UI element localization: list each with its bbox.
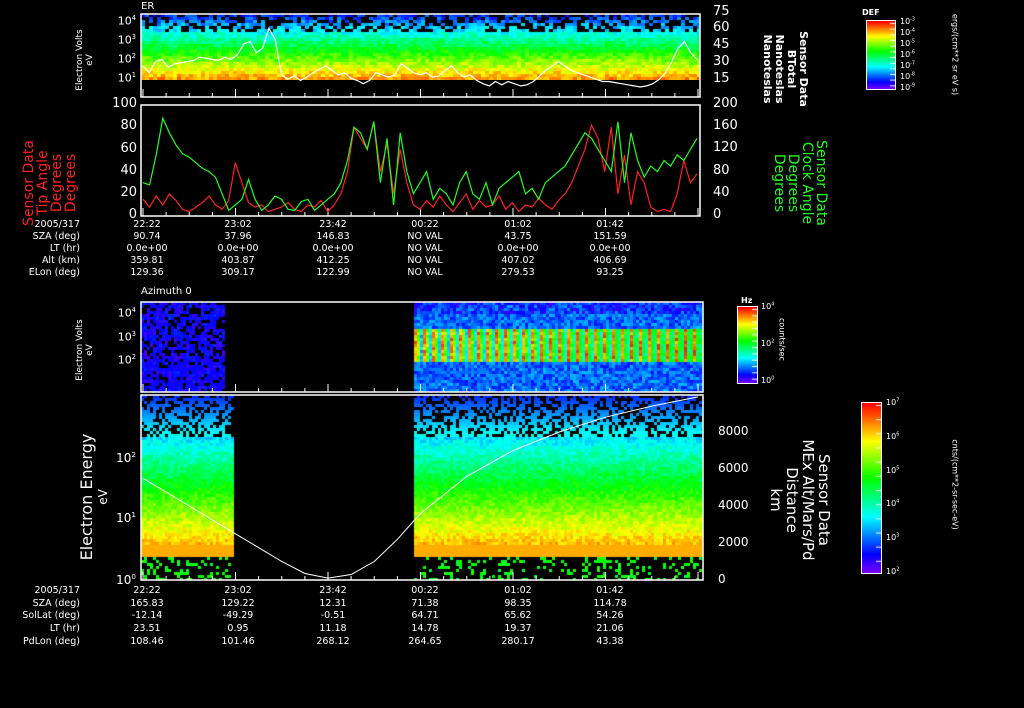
row-value: 54.26 — [596, 610, 624, 622]
clock-angle-line — [142, 116, 698, 212]
time-label: 01:02 — [504, 219, 532, 230]
time-label: 22:22 — [133, 585, 161, 596]
row-value: 309.17 — [221, 267, 255, 278]
row-value: 122.99 — [316, 267, 350, 278]
row-value: 43.38 — [596, 635, 624, 647]
panel1-frame — [140, 13, 701, 98]
time-label: 23:42 — [319, 219, 347, 230]
row-value: 93.25 — [596, 267, 624, 278]
row-value: 0.0e+00 — [589, 243, 631, 254]
row-value: NO VAL — [407, 243, 443, 254]
row-value: 65.62 — [504, 610, 532, 622]
row-value: -49.29 — [222, 610, 254, 622]
row-label: Alt (km) — [41, 255, 80, 266]
row-value: 268.12 — [316, 635, 350, 647]
row-value: NO VAL — [407, 255, 443, 266]
row-value: 359.81 — [130, 255, 164, 266]
row-value: 114.78 — [593, 597, 627, 609]
time-label: 00:22 — [411, 585, 439, 596]
distance-line — [142, 396, 699, 579]
time-label: 23:42 — [319, 585, 347, 596]
date-label: 2005/317 — [34, 585, 80, 596]
time-label: 01:42 — [596, 585, 624, 596]
tip-angle-line — [142, 121, 698, 213]
row-value: 406.69 — [593, 255, 627, 266]
row-label: LT (hr) — [49, 623, 80, 635]
row-value: 90.74 — [133, 231, 161, 242]
row-value: 19.37 — [504, 623, 532, 635]
row-value: 37.96 — [224, 231, 252, 242]
row-value: 280.17 — [501, 635, 535, 647]
row-label: PdLon (deg) — [22, 635, 80, 647]
row-value: 151.59 — [593, 231, 627, 242]
time-label: 01:02 — [504, 585, 532, 596]
row-value: 14.78 — [411, 623, 439, 635]
row-label: SolLat (deg) — [22, 610, 80, 622]
time-label: 01:42 — [596, 219, 624, 230]
row-value: 11.18 — [319, 623, 347, 635]
row-value: 264.65 — [408, 635, 442, 647]
row-value: -0.51 — [320, 610, 346, 622]
row-label: LT (hr) — [49, 243, 80, 254]
row-value: 407.02 — [501, 255, 535, 266]
time-label: 23:02 — [224, 219, 252, 230]
row-label: SZA (deg) — [32, 597, 80, 609]
row-value: 64.71 — [411, 610, 439, 622]
row-value: 129.36 — [130, 267, 164, 278]
row-value: 0.0e+00 — [126, 243, 168, 254]
time-label: 23:02 — [224, 585, 252, 596]
panel4-frame — [140, 394, 704, 581]
row-value: 101.46 — [221, 635, 255, 647]
row-label: ELon (deg) — [28, 267, 80, 278]
row-value: 21.06 — [596, 623, 624, 635]
row-value: 108.46 — [130, 635, 164, 647]
row-value: 98.35 — [504, 597, 532, 609]
row-value: NO VAL — [407, 231, 443, 242]
row-value: 0.0e+00 — [217, 243, 259, 254]
row-value: 71.38 — [411, 597, 439, 609]
row-label: SZA (deg) — [32, 231, 80, 242]
row-value: 12.31 — [319, 597, 347, 609]
date-label: 2005/317 — [34, 219, 80, 230]
row-value: 0.95 — [227, 623, 249, 635]
btotal-line — [142, 26, 698, 88]
row-value: 165.83 — [130, 597, 164, 609]
row-value: 129.22 — [221, 597, 255, 609]
row-value: 0.0e+00 — [497, 243, 539, 254]
row-value: 146.83 — [316, 231, 350, 242]
row-value: 23.51 — [133, 623, 161, 635]
time-label: 00:22 — [411, 219, 439, 230]
row-value: 412.25 — [316, 255, 350, 266]
row-value: 279.53 — [501, 267, 535, 278]
row-value: NO VAL — [407, 267, 443, 278]
time-label: 22:22 — [133, 219, 161, 230]
row-value: 43.75 — [504, 231, 532, 242]
row-value: 403.87 — [221, 255, 255, 266]
row-value: -12.14 — [131, 610, 163, 622]
row-value: 0.0e+00 — [312, 243, 354, 254]
panel3-frame — [140, 301, 704, 393]
